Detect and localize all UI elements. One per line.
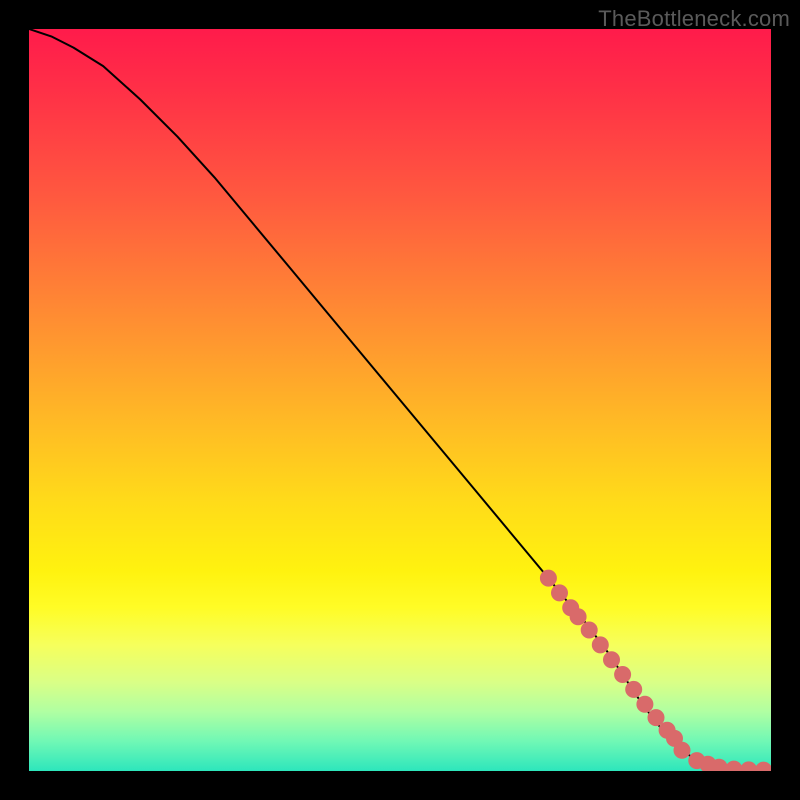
chart-overlay: [29, 29, 771, 771]
curve-marker: [581, 622, 597, 638]
curve-marker: [615, 667, 631, 683]
curve-marker: [604, 652, 620, 668]
plot-area: [29, 29, 771, 771]
curve-marker: [674, 742, 690, 758]
chart-stage: TheBottleneck.com: [0, 0, 800, 800]
curve-marker: [637, 696, 653, 712]
curve-marker: [711, 759, 727, 771]
bottleneck-curve-line: [29, 29, 771, 770]
curve-markers: [540, 570, 771, 771]
curve-marker: [726, 761, 742, 771]
curve-marker: [648, 710, 664, 726]
curve-marker: [570, 609, 586, 625]
curve-marker: [626, 681, 642, 697]
curve-marker: [756, 762, 771, 771]
curve-marker: [592, 637, 608, 653]
watermark-text: TheBottleneck.com: [598, 6, 790, 32]
curve-marker: [540, 570, 556, 586]
curve-marker: [552, 585, 568, 601]
curve-marker: [741, 762, 757, 771]
